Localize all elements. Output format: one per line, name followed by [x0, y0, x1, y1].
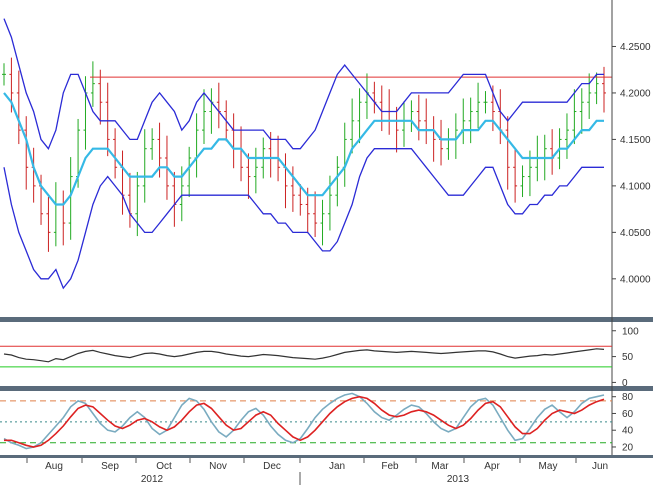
rsi-ytick-label: 0	[622, 378, 628, 389]
price-ytick-label: 4.0500	[620, 228, 651, 239]
year-label: 2012	[141, 474, 164, 485]
price-ytick-label: 4.1500	[620, 135, 651, 146]
month-label: Mar	[431, 461, 449, 472]
month-label: Oct	[156, 461, 172, 472]
month-label: Dec	[263, 461, 281, 472]
month-label: May	[539, 461, 558, 472]
stochastic-ytick-label: 60	[622, 409, 634, 420]
panel-divider	[0, 386, 653, 391]
price-ytick-label: 4.0000	[620, 274, 651, 285]
year-label: 2013	[447, 474, 470, 485]
month-label: Feb	[381, 461, 399, 472]
stochastic-ytick-label: 20	[622, 442, 634, 453]
month-label: Apr	[484, 461, 500, 472]
rsi-ytick-label: 100	[622, 326, 639, 337]
month-label: Jan	[329, 461, 345, 472]
stochastic-ytick-label: 40	[622, 426, 634, 437]
month-label: Nov	[209, 461, 227, 472]
month-label: Jun	[592, 461, 608, 472]
chart-root: 4.0000 4.0500 4.1000 4.1500 4.2000 4.2500 0 50…	[0, 0, 653, 485]
panel-divider	[0, 455, 653, 458]
price-ytick-label: 4.2500	[620, 42, 651, 53]
price-ytick-label: 4.2000	[620, 88, 651, 99]
chart-canvas: 4.0000 4.0500 4.1000 4.1500 4.2000 4.2500 0 50…	[0, 0, 653, 485]
stochastic-ytick-label: 80	[622, 392, 634, 403]
price-ytick-label: 4.1000	[620, 181, 651, 192]
month-label: Sep	[101, 461, 119, 472]
month-label: Aug	[45, 461, 63, 472]
rsi-ytick-label: 50	[622, 352, 634, 363]
panel-divider	[0, 317, 653, 322]
